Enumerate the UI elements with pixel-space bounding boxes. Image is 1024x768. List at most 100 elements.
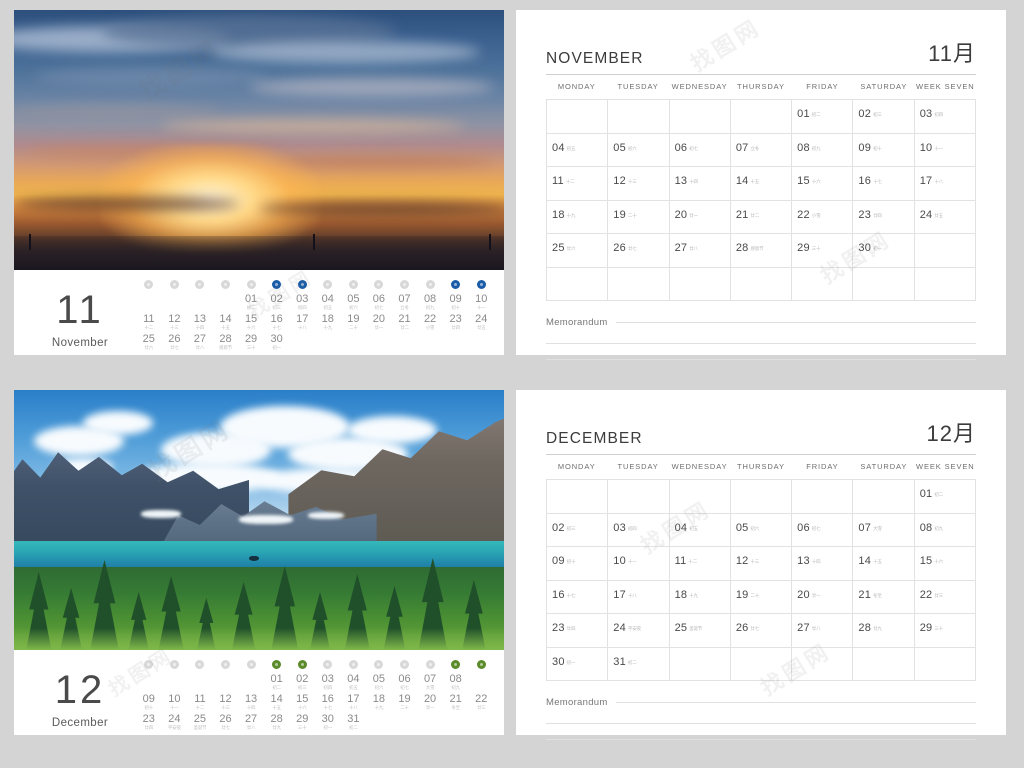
- strip-day-cell[interactable]: 24 廿五: [468, 311, 494, 331]
- calendar-day-cell[interactable]: 10 十一: [914, 133, 976, 167]
- strip-day-cell[interactable]: 25 廿六: [136, 331, 162, 351]
- calendar-day-cell[interactable]: 17 十八: [608, 580, 670, 614]
- calendar-day-cell[interactable]: 19 二十: [730, 580, 793, 614]
- strip-day-cell[interactable]: 27 廿八: [187, 331, 213, 351]
- strip-day-cell[interactable]: 06 初七: [392, 671, 418, 691]
- strip-day-cell[interactable]: 07 立冬: [392, 291, 418, 311]
- calendar-day-cell[interactable]: 17 十八: [914, 167, 976, 201]
- calendar-day-cell[interactable]: 20 廿一: [792, 580, 854, 614]
- strip-day-cell[interactable]: 10 十一: [468, 291, 494, 311]
- calendar-day-cell[interactable]: 11 十二: [547, 167, 609, 201]
- calendar-day-cell[interactable]: 24 平安夜: [608, 614, 670, 648]
- calendar-day-cell[interactable]: 28 廿九: [853, 614, 915, 648]
- strip-day-cell[interactable]: 12 十三: [213, 691, 239, 711]
- calendar-day-cell[interactable]: 06 初七: [792, 513, 854, 547]
- strip-day-cell[interactable]: 26 廿七: [162, 331, 188, 351]
- strip-day-cell[interactable]: 21 廿二: [392, 311, 418, 331]
- december-memorandum[interactable]: Memorandum: [546, 697, 976, 740]
- strip-day-cell[interactable]: 03 初四: [315, 671, 341, 691]
- strip-day-cell[interactable]: 27 廿八: [238, 711, 264, 731]
- calendar-day-cell[interactable]: 16 十七: [853, 167, 915, 201]
- calendar-day-cell[interactable]: 08 初九: [792, 133, 854, 167]
- calendar-day-cell[interactable]: 24 廿五: [914, 200, 976, 234]
- strip-day-cell[interactable]: 30 初一: [264, 331, 290, 351]
- calendar-day-cell[interactable]: 31 初二: [608, 647, 670, 681]
- calendar-day-cell[interactable]: 21 廿二: [730, 200, 793, 234]
- strip-day-cell[interactable]: 07 大雪: [417, 671, 443, 691]
- strip-day-cell[interactable]: 19 二十: [341, 311, 367, 331]
- calendar-day-cell[interactable]: 04 初五: [547, 133, 609, 167]
- calendar-day-cell[interactable]: 27 廿八: [792, 614, 854, 648]
- calendar-day-cell[interactable]: 01 初二: [792, 100, 854, 134]
- strip-day-cell[interactable]: 08 初九: [417, 291, 443, 311]
- calendar-day-cell[interactable]: 03 初四: [914, 100, 976, 134]
- calendar-day-cell[interactable]: 18 十九: [547, 200, 609, 234]
- calendar-day-cell[interactable]: 02 初三: [547, 513, 609, 547]
- strip-day-cell[interactable]: 13 十四: [238, 691, 264, 711]
- strip-day-cell[interactable]: 30 初一: [315, 711, 341, 731]
- strip-day-cell[interactable]: 15 十六: [238, 311, 264, 331]
- calendar-day-cell[interactable]: 05 初六: [608, 133, 670, 167]
- strip-day-cell[interactable]: 10 十一: [162, 691, 188, 711]
- calendar-day-cell[interactable]: 30 初一: [853, 234, 915, 268]
- strip-day-cell[interactable]: 04 初五: [315, 291, 341, 311]
- calendar-day-cell[interactable]: 15 十六: [792, 167, 854, 201]
- memo-write-line[interactable]: [546, 723, 976, 724]
- calendar-day-cell[interactable]: 30 初一: [547, 647, 609, 681]
- calendar-day-cell[interactable]: 13 十四: [792, 547, 854, 581]
- calendar-day-cell[interactable]: 26 廿七: [608, 234, 670, 268]
- strip-day-cell[interactable]: 29 三十: [238, 331, 264, 351]
- strip-day-cell[interactable]: 20 廿一: [417, 691, 443, 711]
- calendar-day-cell[interactable]: 08 初九: [914, 513, 976, 547]
- strip-day-cell[interactable]: 23 廿四: [136, 711, 162, 731]
- calendar-day-cell[interactable]: 01 初二: [914, 480, 976, 514]
- calendar-day-cell[interactable]: 20 廿一: [669, 200, 731, 234]
- calendar-day-cell[interactable]: 10 十一: [608, 547, 670, 581]
- memo-write-line[interactable]: [615, 322, 976, 323]
- calendar-day-cell[interactable]: 07 立冬: [730, 133, 793, 167]
- strip-day-cell[interactable]: 28 廿九: [264, 711, 290, 731]
- strip-day-cell[interactable]: 16 十七: [264, 311, 290, 331]
- calendar-day-cell[interactable]: 05 初六: [730, 513, 793, 547]
- calendar-day-cell[interactable]: 28 感恩节: [730, 234, 793, 268]
- strip-day-cell[interactable]: 16 十七: [315, 691, 341, 711]
- strip-day-cell[interactable]: 17 十八: [289, 311, 315, 331]
- strip-day-cell[interactable]: 14 十五: [264, 691, 290, 711]
- strip-day-cell[interactable]: 20 廿一: [366, 311, 392, 331]
- calendar-day-cell[interactable]: 16 十七: [547, 580, 609, 614]
- november-memorandum[interactable]: Memorandum: [546, 317, 976, 360]
- calendar-day-cell[interactable]: 04 初五: [669, 513, 731, 547]
- strip-day-cell[interactable]: 22 小雪: [417, 311, 443, 331]
- strip-day-cell[interactable]: 14 十五: [213, 311, 239, 331]
- calendar-day-cell[interactable]: 23 廿四: [547, 614, 609, 648]
- memo-write-line[interactable]: [546, 739, 976, 740]
- strip-day-cell[interactable]: 26 廿七: [213, 711, 239, 731]
- strip-day-cell[interactable]: 11 十二: [187, 691, 213, 711]
- calendar-day-cell[interactable]: 22 小雪: [792, 200, 854, 234]
- calendar-day-cell[interactable]: 29 三十: [914, 614, 976, 648]
- strip-day-cell[interactable]: 15 十六: [289, 691, 315, 711]
- calendar-day-cell[interactable]: 09 初十: [853, 133, 915, 167]
- calendar-day-cell[interactable]: 12 十三: [608, 167, 670, 201]
- strip-day-cell[interactable]: 25 圣诞节: [187, 711, 213, 731]
- strip-day-cell[interactable]: 08 初九: [443, 671, 469, 691]
- calendar-day-cell[interactable]: 11 十二: [669, 547, 731, 581]
- calendar-day-cell[interactable]: 03 初四: [608, 513, 670, 547]
- strip-day-cell[interactable]: 29 三十: [289, 711, 315, 731]
- strip-day-cell[interactable]: 18 十九: [315, 311, 341, 331]
- strip-day-cell[interactable]: 09 初十: [443, 291, 469, 311]
- calendar-day-cell[interactable]: 25 廿六: [547, 234, 609, 268]
- strip-day-cell[interactable]: 28 感恩节: [213, 331, 239, 351]
- strip-day-cell[interactable]: 03 初四: [289, 291, 315, 311]
- memo-write-line[interactable]: [615, 702, 976, 703]
- calendar-day-cell[interactable]: 02 初三: [853, 100, 915, 134]
- strip-day-cell[interactable]: 02 初三: [264, 291, 290, 311]
- strip-day-cell[interactable]: 18 十九: [366, 691, 392, 711]
- calendar-day-cell[interactable]: 21 冬至: [853, 580, 915, 614]
- strip-day-cell[interactable]: 22 廿三: [468, 691, 494, 711]
- strip-day-cell[interactable]: 24 平安夜: [162, 711, 188, 731]
- calendar-day-cell[interactable]: 13 十四: [669, 167, 731, 201]
- calendar-day-cell[interactable]: 14 十五: [853, 547, 915, 581]
- strip-day-cell[interactable]: 04 初五: [341, 671, 367, 691]
- calendar-day-cell[interactable]: 19 二十: [608, 200, 670, 234]
